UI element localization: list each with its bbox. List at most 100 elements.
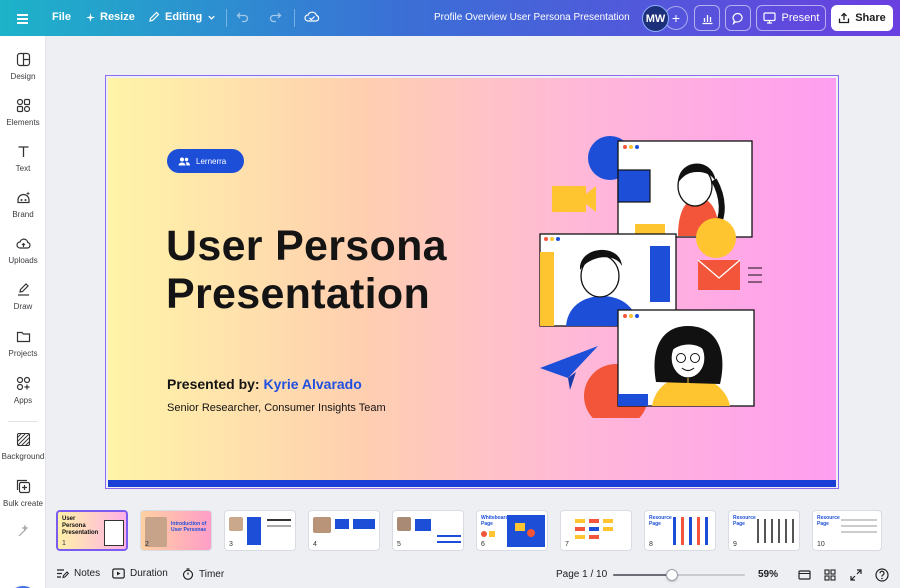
help-button[interactable] — [874, 567, 890, 583]
thumbnail-title: User Persona Presentation — [62, 516, 99, 536]
thumbnail-number: 3 — [229, 541, 233, 548]
pencil-icon — [149, 11, 160, 22]
design-icon — [16, 52, 30, 67]
page-thumbnail-5[interactable]: 5 — [392, 510, 464, 551]
timer-button[interactable]: Timer — [182, 568, 224, 580]
magic-wand-icon — [18, 524, 29, 537]
page-thumbnail-9[interactable]: Resource Page 9 — [728, 510, 800, 551]
sidebar-item-label: Brand — [12, 210, 34, 219]
slide-title[interactable]: User Persona Presentation — [166, 222, 447, 318]
sidebar-item-projects[interactable]: Projects — [0, 329, 46, 358]
fullscreen-button[interactable] — [848, 567, 864, 583]
sidebar-item-draw[interactable]: Draw — [0, 282, 46, 311]
insights-button[interactable] — [694, 5, 720, 31]
slide-title-line: User Persona — [166, 222, 447, 270]
sidebar-item-bulk-create[interactable]: Bulk create — [0, 479, 46, 508]
zoom-slider[interactable] — [613, 569, 745, 581]
sidebar-item-more[interactable] — [0, 524, 46, 539]
page-thumbnail-4[interactable]: 4 — [308, 510, 380, 551]
page-thumbnail-3[interactable]: 3 — [224, 510, 296, 551]
sidebar-item-background[interactable]: Background — [0, 432, 46, 461]
single-page-icon — [797, 570, 811, 580]
editing-label: Editing — [165, 11, 203, 23]
slide-canvas[interactable]: Lernerra User Persona Presentation Prese… — [108, 78, 836, 487]
sidebar-item-label: Elements — [6, 118, 40, 127]
sidebar-item-label: Uploads — [8, 256, 38, 265]
thumbnail-number: 1 — [62, 540, 66, 547]
sidebar-item-label: Projects — [8, 349, 38, 358]
share-upload-icon — [839, 12, 850, 24]
redo-button[interactable] — [268, 10, 282, 24]
comments-button[interactable] — [725, 5, 751, 31]
page-indicator[interactable]: Page 1 / 10 — [556, 569, 607, 580]
user-avatar[interactable]: MW — [642, 5, 669, 32]
toolbar-divider — [226, 9, 227, 27]
file-menu-button[interactable]: File — [52, 11, 71, 23]
thumbnail-title: Resource Page — [733, 515, 756, 527]
share-button[interactable]: Share — [831, 5, 893, 31]
page-thumbnail-8[interactable]: Resource Page 8 — [644, 510, 716, 551]
share-label: Share — [855, 12, 886, 24]
undo-button[interactable] — [236, 10, 250, 24]
cloud-check-icon — [304, 11, 320, 22]
sidebar-item-design[interactable]: Design — [0, 52, 46, 81]
zoom-slider-handle[interactable] — [666, 569, 679, 581]
thumbnail-title: Introduction of User Personas — [171, 521, 207, 533]
stopwatch-icon — [182, 568, 194, 580]
page-thumbnail-2[interactable]: Introduction of User Personas 2 — [140, 510, 212, 551]
thumbnail-number: 4 — [313, 541, 317, 548]
thumbnail-number: 6 — [481, 541, 485, 548]
duration-button[interactable]: Duration — [112, 568, 168, 579]
presented-by-label: Presented by: — [167, 376, 264, 392]
editing-mode-dropdown[interactable]: Editing — [148, 11, 216, 23]
pages-view-button[interactable] — [796, 567, 812, 583]
zoom-level[interactable]: 59% — [758, 569, 778, 580]
notes-label: Notes — [74, 568, 101, 579]
thumbnail-number: 5 — [397, 541, 401, 548]
thumbnail-number: 2 — [145, 541, 149, 548]
sidebar-item-label: Apps — [13, 396, 33, 405]
save-status-button[interactable] — [304, 10, 320, 24]
sidebar-item-text[interactable]: Text — [0, 144, 46, 173]
grid-view-button[interactable] — [822, 567, 838, 583]
sidebar-item-apps[interactable]: Apps — [0, 376, 46, 405]
bulk-create-icon — [16, 479, 30, 494]
apps-icon — [16, 376, 30, 391]
thumbnail-number: 7 — [565, 541, 569, 548]
sidebar-item-elements[interactable]: Elements — [0, 98, 46, 127]
projects-icon — [16, 331, 30, 343]
comment-bubble-icon — [731, 12, 743, 25]
page-thumbnail-6[interactable]: Whiteboard Page 6 — [476, 510, 548, 551]
sidebar-item-brand[interactable]: Brand — [0, 190, 46, 219]
envelope-shape — [698, 260, 740, 290]
grid-icon — [824, 569, 836, 581]
page-thumbnail-1[interactable]: User Persona Presentation 1 — [56, 510, 128, 551]
help-icon — [875, 568, 889, 582]
thumbnail-number: 10 — [817, 541, 825, 548]
bottom-toolbar: Notes Duration Timer Page 1 / 10 59% — [46, 560, 900, 588]
draw-icon — [17, 283, 29, 296]
hamburger-icon — [14, 12, 31, 27]
resize-button[interactable]: Resize — [86, 11, 135, 23]
page-thumbnail-10[interactable]: Resource Page 10 — [812, 510, 882, 551]
expand-icon — [850, 569, 862, 581]
background-icon — [16, 432, 30, 447]
brand-chip[interactable]: Lernerra — [167, 149, 244, 173]
present-button[interactable]: Present — [756, 5, 826, 31]
paper-plane-shape — [540, 346, 598, 378]
duration-icon — [112, 568, 125, 579]
camera-shape — [552, 186, 596, 212]
presenter-line[interactable]: Presented by: Kyrie Alvarado — [167, 376, 362, 392]
notes-button[interactable]: Notes — [56, 568, 100, 579]
sidebar-item-uploads[interactable]: Uploads — [0, 236, 46, 265]
duration-label: Duration — [130, 568, 168, 579]
video-call-illustration[interactable] — [538, 128, 768, 418]
thumbnail-title: Resource Page — [817, 515, 840, 527]
page-thumbnail-7[interactable]: 7 — [560, 510, 632, 551]
thumbnail-title: Whiteboard Page — [481, 515, 509, 527]
sidebar-item-label: Design — [10, 72, 36, 81]
main-menu-button[interactable] — [14, 9, 32, 27]
presenter-role[interactable]: Senior Researcher, Consumer Insights Tea… — [167, 402, 386, 414]
document-title[interactable]: Profile Overview User Persona Presentati… — [434, 12, 630, 23]
redo-icon — [269, 12, 282, 23]
